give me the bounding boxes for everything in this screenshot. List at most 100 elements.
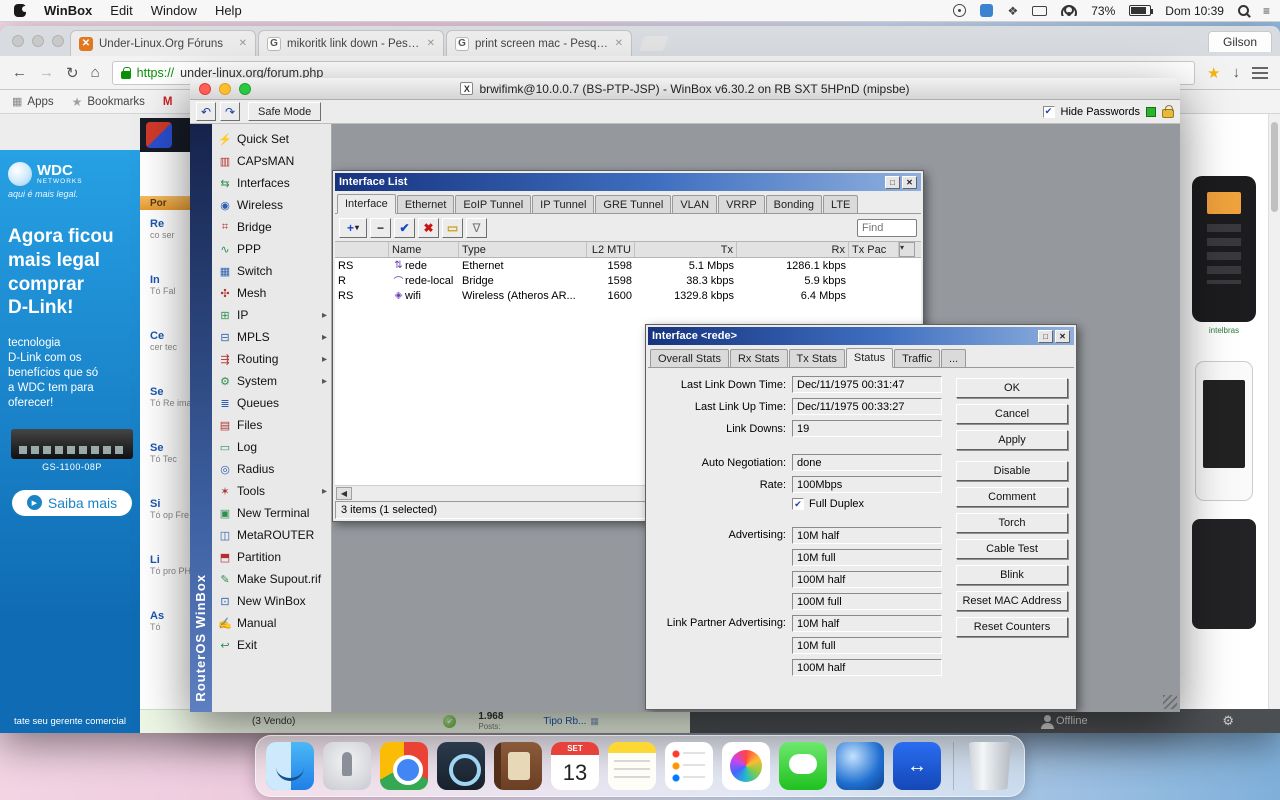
close-icon[interactable]: ✕ <box>1055 329 1070 343</box>
comment-button[interactable]: ▭ <box>442 217 463 238</box>
tab-close-icon[interactable] <box>239 38 247 49</box>
sidebar-menu-item[interactable]: ▥ CAPsMAN <box>212 150 331 172</box>
chrome-icon[interactable] <box>380 742 428 790</box>
chrome-menu-icon[interactable] <box>1252 66 1268 79</box>
launchpad-icon[interactable] <box>323 742 371 790</box>
sidebar-menu-item[interactable]: ◫ MetaROUTER <box>212 524 331 546</box>
forward-icon[interactable]: → <box>39 64 54 81</box>
contacts-icon[interactable] <box>494 742 542 790</box>
dropbox-icon[interactable]: ❖ <box>1007 4 1018 18</box>
menubar-menu[interactable]: Edit <box>110 3 132 18</box>
trash-icon[interactable] <box>968 742 1012 790</box>
new-tab-button[interactable] <box>638 36 670 51</box>
dialog-tab[interactable]: ... <box>941 349 967 367</box>
maximize-icon[interactable]: □ <box>885 175 900 189</box>
finder-icon[interactable] <box>266 742 314 790</box>
scrollbar-thumb[interactable] <box>1271 122 1278 212</box>
sidebar-menu-item[interactable]: ◉ Wireless <box>212 194 331 216</box>
display-icon[interactable] <box>1032 5 1048 16</box>
sidebar-menu-item[interactable]: ⌗ Bridge <box>212 216 331 238</box>
bookmarks-shortcut[interactable]: ★ Bookmarks <box>72 95 145 109</box>
window-close-button[interactable] <box>199 83 211 95</box>
sidebar-menu-item[interactable]: ▭ Log <box>212 436 331 458</box>
menubar-menu[interactable]: Window <box>151 3 197 18</box>
resize-grip[interactable] <box>1163 695 1177 709</box>
bookmark-item[interactable]: M <box>163 96 173 108</box>
interface-list-title-bar[interactable]: Interface List □ ✕ <box>335 173 921 191</box>
sidebar-menu-item[interactable]: ◎ Radius <box>212 458 331 480</box>
apple-menu-icon[interactable] <box>14 4 28 17</box>
window-zoom-button[interactable] <box>239 83 251 95</box>
interface-list-tab[interactable]: VLAN <box>672 195 718 213</box>
column-options-icon[interactable]: ▾ <box>899 242 915 257</box>
notification-center-icon[interactable]: ≡ <box>1263 4 1270 18</box>
sidebar-menu-item[interactable]: ▤ Files <box>212 414 331 436</box>
scroll-left-icon[interactable]: ◀ <box>336 486 352 500</box>
dialog-tab[interactable]: Tx Stats <box>788 349 845 367</box>
remove-interface-button[interactable]: − <box>370 217 391 238</box>
interface-row[interactable]: RS ⇅ rede Ethernet 1598 5.1 Mbps 1286.1 k… <box>335 258 921 273</box>
hide-passwords-checkbox[interactable]: ✔ <box>1042 105 1055 118</box>
safe-mode-button[interactable]: Safe Mode <box>248 102 322 121</box>
saiba-mais-button[interactable]: ▶ Saiba mais <box>12 489 132 516</box>
winbox-title-bar[interactable]: X brwifimk@10.0.0.7 (BS-PTP-JSP) - WinBo… <box>190 78 1180 100</box>
back-icon[interactable]: ← <box>12 64 27 81</box>
preview-icon[interactable] <box>437 742 485 790</box>
dialog-tab[interactable]: Overall Stats <box>650 349 729 367</box>
sidebar-menu-item[interactable]: ⬒ Partition <box>212 546 331 568</box>
interface-list-tab[interactable]: GRE Tunnel <box>595 195 672 213</box>
sidebar-menu-item[interactable]: ▦ Switch <box>212 260 331 282</box>
sidebar-menu-item[interactable]: ✎ Make Supout.rif <box>212 568 331 590</box>
disable-button[interactable]: ✖ <box>418 217 439 238</box>
name-column-header[interactable]: Name <box>389 242 459 257</box>
dialog-tab[interactable]: Rx Stats <box>729 349 788 367</box>
topic-link[interactable]: Tipo Rb... ▦ <box>543 716 599 727</box>
home-icon[interactable]: ⌂ <box>91 64 100 81</box>
smartphone-image[interactable] <box>1195 361 1253 501</box>
dialog-tab[interactable]: Status <box>845 348 894 368</box>
notes-icon[interactable] <box>608 742 656 790</box>
interface-list-tab[interactable]: EoIP Tunnel <box>455 195 532 213</box>
dialog-button[interactable]: Apply <box>956 430 1068 450</box>
wifi-icon[interactable] <box>1061 5 1078 16</box>
phone-image-2[interactable] <box>1192 519 1256 629</box>
sidebar-menu-item[interactable]: ≣ Queues <box>212 392 331 414</box>
chrome-close-button[interactable] <box>12 35 24 47</box>
sidebar-menu-item[interactable]: ▣ New Terminal <box>212 502 331 524</box>
photos-icon[interactable] <box>722 742 770 790</box>
dialog-button[interactable]: Reset Counters <box>956 617 1068 637</box>
filter-button[interactable]: ∇ <box>466 217 487 238</box>
calendar-icon[interactable]: SET 13 <box>551 742 599 790</box>
interface-list-tab[interactable]: Ethernet <box>396 195 455 213</box>
tab-close-icon[interactable] <box>427 38 435 49</box>
window-minimize-button[interactable] <box>219 83 231 95</box>
tab-close-icon[interactable] <box>615 38 623 49</box>
chrome-minimize-button[interactable] <box>32 35 44 47</box>
dialog-button[interactable]: Disable <box>956 461 1068 481</box>
redo-button[interactable]: ↷ <box>220 102 240 121</box>
interface-row[interactable]: RS ◈ wifi Wireless (Atheros AR... 1600 13… <box>335 288 921 303</box>
settings-gear-icon[interactable]: ⚙ <box>1222 713 1234 729</box>
interface-list-tab[interactable]: VRRP <box>718 195 765 213</box>
txpac-column-header[interactable]: Tx Pac <box>849 242 899 257</box>
menubar-menu[interactable]: Help <box>215 3 242 18</box>
dialog-button[interactable]: Torch <box>956 513 1068 533</box>
l2mtu-column-header[interactable]: L2 MTU <box>587 242 635 257</box>
download-icon[interactable]: ↓ <box>1233 64 1241 81</box>
apps-shortcut[interactable]: ▦ Apps <box>12 95 54 109</box>
type-column-header[interactable]: Type <box>459 242 587 257</box>
reload-icon[interactable]: ↻ <box>66 64 79 82</box>
find-input[interactable] <box>857 218 917 237</box>
sidebar-menu-item[interactable]: ⊟ MPLS ▸ <box>212 326 331 348</box>
interface-list-tab[interactable]: IP Tunnel <box>532 195 595 213</box>
chrome-zoom-button[interactable] <box>52 35 64 47</box>
reminders-icon[interactable] <box>665 742 713 790</box>
interface-list-tab[interactable]: Bonding <box>765 195 823 213</box>
sidebar-menu-item[interactable]: ∿ PPP <box>212 238 331 260</box>
tx-column-header[interactable]: Tx <box>635 242 737 257</box>
interface-row[interactable]: R ⌒ rede-local Bridge 1598 38.3 kbps 5.9 … <box>335 273 921 288</box>
dialog-button[interactable]: Reset MAC Address <box>956 591 1068 611</box>
dialog-title-bar[interactable]: Interface <rede> □ ✕ <box>648 327 1074 345</box>
undo-button[interactable]: ↶ <box>196 102 216 121</box>
full-duplex-checkbox[interactable]: ✔ <box>792 498 804 510</box>
